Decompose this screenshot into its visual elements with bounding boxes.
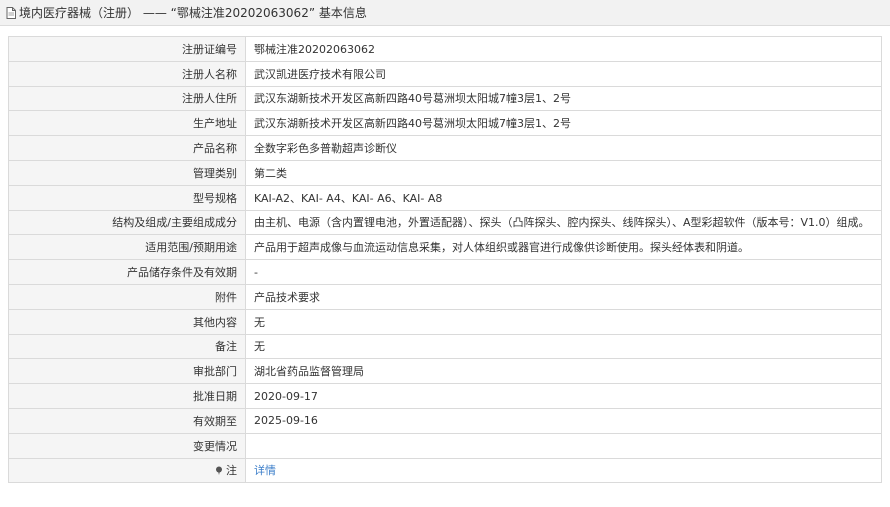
row-value: [245, 432, 882, 459]
info-row: 变更情况: [8, 432, 882, 459]
info-row: 批准日期 2020-09-17: [8, 383, 882, 409]
row-label: 其他内容: [8, 308, 246, 335]
row-label: 注册人名称: [8, 60, 246, 87]
note-row: 注 详情: [8, 457, 882, 484]
info-row: 产品名称 全数字彩色多普勒超声诊断仪: [8, 135, 882, 161]
info-row: 注册人住所 武汉东湖新技术开发区高新四路40号葛洲坝太阳城7幢3层1、2号: [8, 85, 882, 112]
row-value: 武汉东湖新技术开发区高新四路40号葛洲坝太阳城7幢3层1、2号: [245, 110, 882, 137]
row-label: 附件: [8, 283, 246, 310]
row-value: 鄂械注准20202063062: [245, 36, 882, 62]
detail-link[interactable]: 详情: [254, 464, 276, 477]
row-label: 有效期至: [8, 407, 246, 434]
row-value: 2020-09-17: [245, 383, 882, 409]
row-label: 管理类别: [8, 159, 246, 186]
row-value: -: [245, 259, 882, 285]
note-label-cell: 注: [8, 457, 246, 484]
row-label: 注册人住所: [8, 85, 246, 112]
row-value: 全数字彩色多普勒超声诊断仪: [245, 135, 882, 161]
info-row: 其他内容无: [8, 308, 882, 335]
info-row: 产品储存条件及有效期 -: [8, 259, 882, 285]
row-label: 备注: [8, 333, 246, 360]
row-value: 产品用于超声成像与血流运动信息采集，对人体组织或器官进行成像供诊断使用。探头经体…: [245, 234, 882, 261]
info-row: 生产地址 武汉东湖新技术开发区高新四路40号葛洲坝太阳城7幢3层1、2号: [8, 110, 882, 137]
row-value: 第二类: [245, 159, 882, 186]
row-value: 无: [245, 333, 882, 360]
info-row: 审批部门 湖北省药品监督管理局: [8, 358, 882, 385]
row-value: 产品技术要求: [245, 283, 882, 310]
info-row: 管理类别 第二类: [8, 159, 882, 186]
info-row: 备注无: [8, 333, 882, 360]
page-title: 境内医疗器械（注册） —— “鄂械注准20202063062” 基本信息: [19, 6, 367, 20]
row-value: 无: [245, 308, 882, 335]
row-value: 武汉凯进医疗技术有限公司: [245, 60, 882, 87]
note-value-cell: 详情: [245, 457, 882, 484]
row-label: 批准日期: [8, 383, 246, 409]
row-label: 审批部门: [8, 358, 246, 385]
info-row: 型号规格 KAI-A2、KAI- A4、KAI- A6、KAI- A8: [8, 184, 882, 211]
info-table: 注册证编号 鄂械注准20202063062 注册人名称 武汉凯进医疗技术有限公司 注册人…: [8, 36, 882, 484]
row-value: 2025-09-16: [245, 407, 882, 434]
row-label: 适用范围/预期用途: [8, 234, 246, 261]
row-label: 产品名称: [8, 135, 246, 161]
row-label: 型号规格: [8, 184, 246, 211]
row-value: 由主机、电源（含内置锂电池，外置适配器）、探头（凸阵探头、腔内探头、线阵探头）、…: [245, 209, 882, 236]
pin-icon: [215, 466, 226, 477]
row-label: 产品储存条件及有效期: [8, 259, 246, 285]
row-value: KAI-A2、KAI- A4、KAI- A6、KAI- A8: [245, 184, 882, 211]
info-row: 适用范围/预期用途 产品用于超声成像与血流运动信息采集，对人体组织或器官进行成像供…: [8, 234, 882, 261]
row-value: 湖北省药品监督管理局: [245, 358, 882, 385]
info-row: 注册人名称 武汉凯进医疗技术有限公司: [8, 60, 882, 87]
info-row: 有效期至 2025-09-16: [8, 407, 882, 434]
info-row: 注册证编号 鄂械注准20202063062: [8, 36, 882, 62]
row-value: 武汉东湖新技术开发区高新四路40号葛洲坝太阳城7幢3层1、2号: [245, 85, 882, 112]
row-label: 注册证编号: [8, 36, 246, 62]
row-label: 生产地址: [8, 110, 246, 137]
info-row: 附件 产品技术要求: [8, 283, 882, 310]
page-header: 境内医疗器械（注册） —— “鄂械注准20202063062” 基本信息: [0, 0, 890, 26]
row-label: 变更情况: [8, 432, 246, 459]
note-label: 注: [226, 464, 237, 478]
row-label: 结构及组成/主要组成成分: [8, 209, 246, 236]
info-row: 结构及组成/主要组成成分 由主机、电源（含内置锂电池，外置适配器）、探头（凸阵探头…: [8, 209, 882, 236]
document-icon: [6, 6, 16, 19]
